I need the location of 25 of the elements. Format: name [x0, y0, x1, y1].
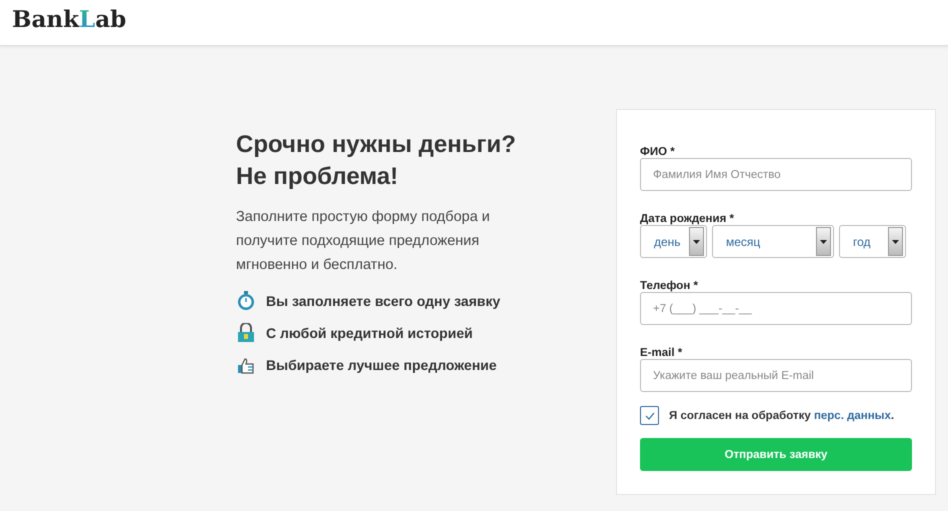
caret-icon: [892, 240, 899, 244]
field-label: ФИО *: [640, 146, 676, 158]
email-field[interactable]: Укажите ваш реальный E-mail: [640, 359, 912, 392]
date-select[interactable]: год: [839, 225, 906, 258]
feature-text: Выбираете лучшее предложение: [266, 357, 497, 373]
name-field[interactable]: Фамилия Имя Отчество: [640, 158, 912, 191]
headline: Срочно нужны деньги? Не проблема!: [236, 130, 517, 192]
checkmark-icon: [644, 412, 654, 420]
consent-checkbox[interactable]: [640, 406, 659, 425]
logo[interactable]: BankLab: [12, 6, 126, 33]
feature-text: С любой кредитной историей: [266, 325, 473, 341]
intro-text: Заполните простую форму подбора и получите подходящие предложения мгновенно и бесплатно.: [236, 208, 491, 275]
field-label: Дата рождения *: [640, 213, 735, 225]
field-label: Телефон *: [640, 280, 699, 292]
caret-icon: [693, 240, 700, 244]
caret-icon: [820, 240, 827, 244]
field-label: E-mail *: [640, 347, 684, 359]
consent-text: Я согласен на обработку перс. данных.: [669, 410, 894, 422]
phone-field[interactable]: +7 (___) ___-__-__: [640, 292, 912, 325]
feature-text: Вы заполняете всего одну заявку: [266, 293, 500, 309]
date-select[interactable]: месяц: [712, 225, 834, 258]
privacy-link[interactable]: перс. данных: [814, 410, 891, 422]
stopwatch-icon: [236, 291, 256, 311]
date-select[interactable]: день: [640, 225, 707, 258]
lock-icon: [236, 323, 256, 343]
